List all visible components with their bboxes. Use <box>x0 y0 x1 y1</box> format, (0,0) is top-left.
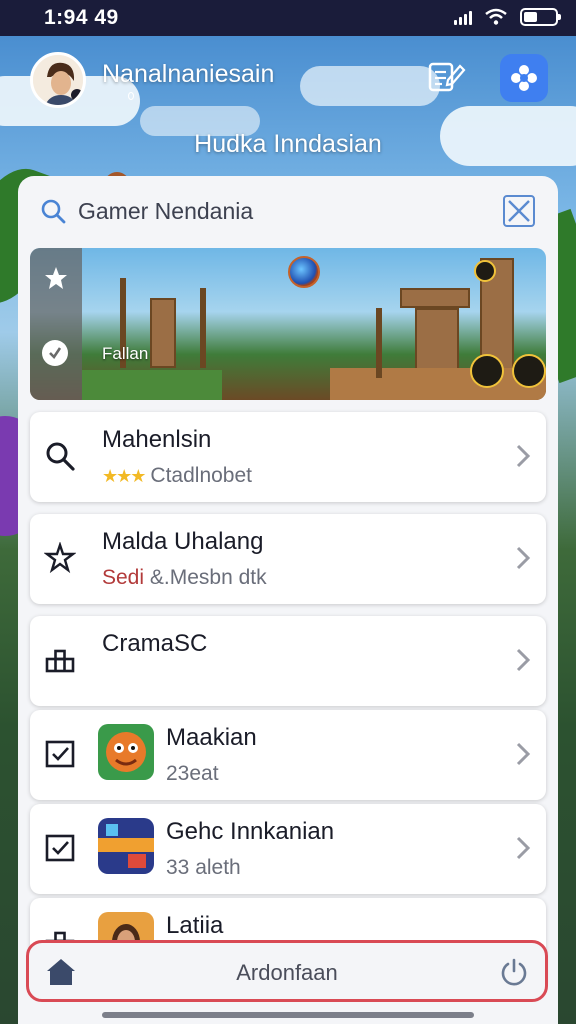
close-icon[interactable] <box>502 194 536 228</box>
chevron-right-icon <box>516 444 531 468</box>
username: Nanalnaniesain <box>102 60 275 88</box>
list-item-subtitle: ★★★ Ctadlnobet <box>102 464 252 487</box>
home-indicator[interactable] <box>102 1012 474 1018</box>
search-bar[interactable]: Gamer Nendania <box>18 176 540 246</box>
chevron-right-icon <box>516 836 531 860</box>
battery-icon <box>520 8 561 26</box>
search-input[interactable]: Gamer Nendania <box>78 198 253 225</box>
avatar[interactable] <box>30 52 86 108</box>
featured-banner[interactable]: Fallan <box>30 248 546 400</box>
monster-thumb <box>98 724 154 780</box>
bottom-nav: Ardonfaan <box>26 940 548 1002</box>
list-item[interactable]: Mahenlsin ★★★ Ctadlnobet <box>30 412 546 502</box>
flower-app-icon[interactable] <box>500 54 548 102</box>
list-item[interactable]: CramaSC <box>30 616 546 706</box>
list-item-title: Mahenlsin <box>102 426 212 453</box>
page-subtitle: Hudka Inndasian <box>194 130 382 158</box>
status-bar: 1:94 49 <box>0 0 576 36</box>
chevron-right-icon <box>516 742 531 766</box>
checkbox-icon[interactable] <box>44 738 76 770</box>
list-item[interactable]: Gehc Innkanian 33 aleth <box>30 804 546 894</box>
wifi-icon <box>485 8 507 25</box>
puzzle-star-icon <box>44 542 76 574</box>
list-item[interactable]: Malda Uhalang Sedi &.Mesbn dtk <box>30 514 546 604</box>
list-item-title: Gehc Innkanian <box>166 818 335 845</box>
list-item-title: Maakian <box>166 724 257 751</box>
list-item-title: Malda Uhalang <box>102 528 264 555</box>
banner-sidebar <box>30 248 82 400</box>
chevron-right-icon <box>516 546 531 570</box>
list-item-subtitle: 23eat <box>166 762 219 785</box>
banner-label: Fallan <box>102 344 149 363</box>
list-item-title: CramaSC <box>102 630 208 657</box>
search-icon <box>41 199 66 224</box>
list-item-title: Latiia <box>166 912 224 939</box>
signal-icon <box>454 9 472 25</box>
status-icons <box>454 8 561 26</box>
check-circle-icon[interactable] <box>42 340 68 366</box>
nav-label[interactable]: Ardonfaan <box>29 960 545 986</box>
chevron-right-icon <box>516 648 531 672</box>
main-panel: Gamer Nendania Fallan Mahenlsin ★★★ Ctad… <box>18 176 558 1024</box>
orb-icon <box>288 256 320 288</box>
podium-icon <box>45 649 75 673</box>
checkbox-icon[interactable] <box>44 832 76 864</box>
search-icon <box>46 442 75 471</box>
power-icon[interactable] <box>499 957 529 987</box>
list-item-subtitle: Sedi &.Mesbn dtk <box>102 566 267 589</box>
list-item-subtitle: 33 aleth <box>166 856 241 879</box>
rating-stars: ★★★ <box>102 466 146 486</box>
star-icon[interactable] <box>44 266 68 290</box>
list-item[interactable]: Maakian 23eat <box>30 710 546 800</box>
arcade-thumb <box>98 818 154 874</box>
notes-edit-icon[interactable] <box>428 60 466 94</box>
status-time: 1:94 49 <box>44 6 119 29</box>
